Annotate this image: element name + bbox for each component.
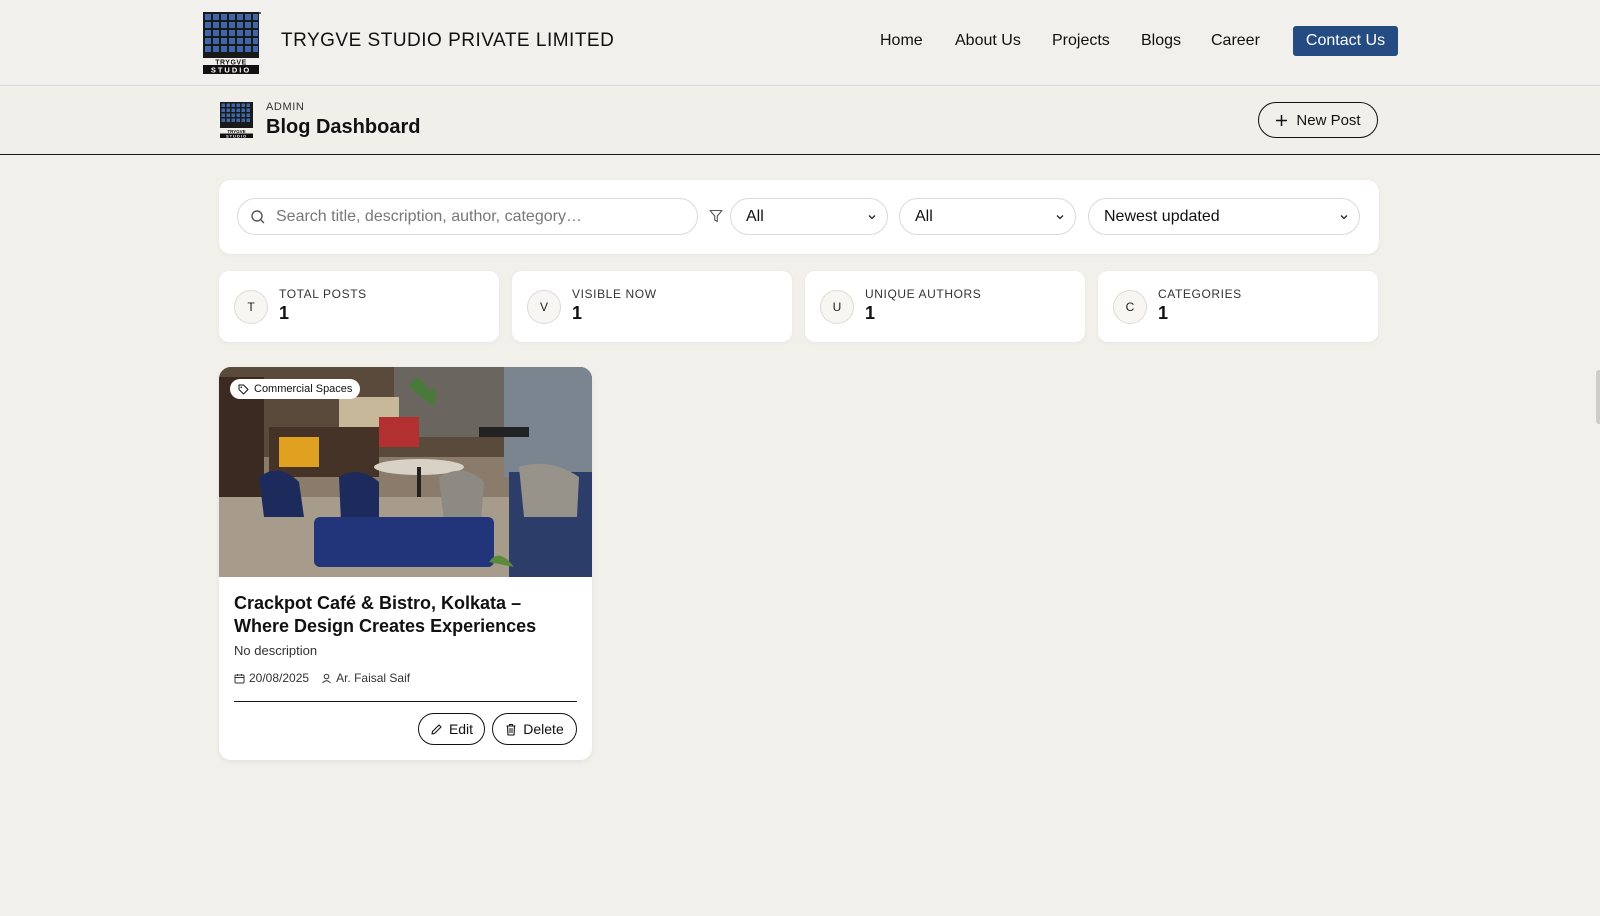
svg-text:STUDIO: STUDIO (211, 66, 251, 75)
admin-kicker: ADMIN (266, 101, 305, 113)
post-title[interactable]: Crackpot Café & Bistro, Kolkata – Where … (234, 592, 579, 638)
stat-label: UNIQUE AUTHORS (865, 287, 982, 301)
post-card[interactable]: Commercial Spaces Crackpot Café & Bistro… (219, 367, 592, 760)
stat-card-categories: C CATEGORIES 1 (1098, 271, 1378, 342)
stat-card-visible-now: V VISIBLE NOW 1 (512, 271, 792, 342)
delete-label: Delete (523, 721, 564, 737)
filter-icon (709, 209, 723, 223)
category-select-value: All (915, 207, 933, 225)
top-navbar: TRYGVE STUDIO TRYGVE STUDIO PRIVATE LIMI… (0, 0, 1600, 86)
sort-select[interactable]: Newest updated (1088, 198, 1360, 235)
post-divider (234, 701, 577, 702)
stat-value: 1 (1158, 303, 1169, 323)
stat-initial: U (820, 290, 854, 324)
edit-label: Edit (448, 721, 474, 737)
user-icon (322, 673, 331, 683)
search-input[interactable] (274, 206, 697, 227)
admin-logo: TRYGVE STUDIO (220, 102, 253, 138)
edit-button[interactable]: Edit (418, 713, 485, 745)
nav-blogs[interactable]: Blogs (1141, 32, 1181, 50)
post-author-text: Ar. Faisal Saif (336, 671, 411, 685)
search-box[interactable] (237, 198, 698, 235)
tag-icon (238, 384, 249, 394)
sort-select-value: Newest updated (1104, 207, 1220, 225)
post-description: No description (234, 643, 318, 658)
chevron-down-icon (868, 214, 876, 219)
new-post-button[interactable]: New Post (1258, 102, 1378, 138)
stat-value: 1 (865, 303, 876, 323)
post-meta: 20/08/2025 Ar. Faisal Saif (234, 671, 410, 685)
side-scroll-handle[interactable] (1596, 370, 1600, 424)
stat-label: CATEGORIES (1158, 287, 1242, 301)
new-post-label: New Post (1296, 111, 1361, 129)
stat-value: 1 (572, 303, 583, 323)
stat-initial: V (527, 290, 561, 324)
trash-icon (506, 723, 516, 736)
stat-initial: C (1113, 290, 1147, 324)
stat-card-total-posts: T TOTAL POSTS 1 (219, 271, 499, 342)
admin-header: TRYGVE STUDIO ADMIN Blog Dashboard New P… (0, 86, 1600, 155)
contact-us-button[interactable]: Contact Us (1293, 26, 1398, 56)
post-author: Ar. Faisal Saif (321, 671, 410, 685)
stat-initial: T (234, 290, 268, 324)
category-select[interactable]: All (899, 198, 1076, 235)
svg-text:STUDIO: STUDIO (226, 133, 247, 138)
plus-icon (1276, 114, 1288, 126)
pencil-icon (431, 723, 442, 735)
main-nav: Home About Us Projects Blogs Career Cont… (0, 26, 1600, 58)
stat-card-unique-authors: U UNIQUE AUTHORS 1 (805, 271, 1085, 342)
status-select[interactable]: All (730, 198, 888, 235)
stat-label: TOTAL POSTS (279, 287, 367, 301)
chevron-down-icon (1056, 214, 1064, 219)
chevron-down-icon (1340, 214, 1348, 219)
nav-projects[interactable]: Projects (1052, 32, 1110, 50)
status-select-value: All (746, 207, 764, 225)
calendar-icon (234, 673, 245, 683)
category-tag: Commercial Spaces (230, 379, 361, 399)
nav-about-us[interactable]: About Us (955, 32, 1021, 50)
page-title: Blog Dashboard (266, 116, 421, 138)
stat-label: VISIBLE NOW (572, 287, 657, 301)
category-tag-label: Commercial Spaces (254, 383, 353, 395)
filter-bar: All All Newest updated (219, 180, 1379, 254)
post-date: 20/08/2025 (234, 671, 309, 685)
post-date-text: 20/08/2025 (249, 671, 310, 685)
stat-value: 1 (279, 303, 290, 323)
nav-home[interactable]: Home (880, 32, 923, 50)
delete-button[interactable]: Delete (492, 713, 577, 745)
search-icon (251, 209, 265, 223)
nav-career[interactable]: Career (1211, 32, 1260, 50)
